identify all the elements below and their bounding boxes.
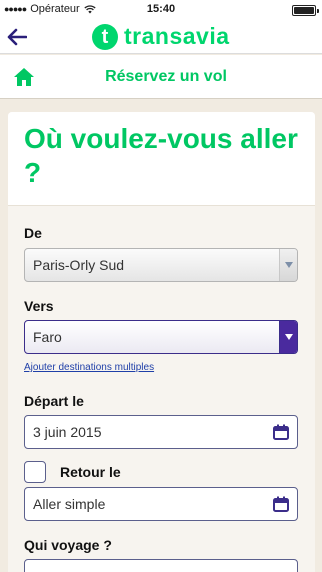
clock: 15:40 (146, 3, 176, 15)
page-title: Réservez un vol (105, 68, 227, 85)
app-header: t transavia (0, 20, 322, 54)
departure-label: Départ le (24, 393, 84, 409)
from-value: Paris-Orly Sud (33, 257, 125, 273)
transavia-logo: t transavia (92, 23, 230, 50)
status-bar: ●●●●● Opérateur 15:40 (0, 0, 322, 20)
add-multiple-destinations-link[interactable]: Ajouter destinations multiples (24, 362, 154, 373)
travelers-label: Qui voyage ? (24, 537, 112, 553)
logo-text: transavia (124, 23, 230, 49)
departure-date-field[interactable]: 3 juin 2015 (24, 415, 298, 449)
sub-header: Réservez un vol (0, 55, 322, 99)
calendar-icon[interactable] (273, 496, 289, 512)
card-title: Où voulez-vous aller ? (8, 112, 315, 206)
battery-icon (292, 5, 319, 16)
dropdown-arrow-icon (279, 249, 297, 281)
departure-date-value: 3 juin 2015 (33, 424, 102, 440)
to-label: Vers (24, 298, 54, 314)
dropdown-arrow-icon (279, 321, 297, 353)
logo-mark-icon: t (92, 23, 118, 50)
to-value: Faro (33, 329, 62, 345)
return-label: Retour le (60, 464, 121, 480)
to-select[interactable]: Faro (24, 320, 298, 354)
from-label: De (24, 225, 42, 241)
return-checkbox[interactable] (24, 461, 46, 483)
from-select[interactable]: Paris-Orly Sud (24, 248, 298, 282)
back-arrow-icon (7, 28, 27, 46)
calendar-icon[interactable] (273, 424, 289, 440)
travelers-field[interactable] (24, 559, 298, 572)
back-button[interactable] (4, 24, 30, 50)
booking-card: Où voulez-vous aller ? De Paris-Orly Sud… (8, 112, 315, 572)
return-date-value: Aller simple (33, 496, 106, 512)
return-date-field[interactable]: Aller simple (24, 487, 298, 521)
